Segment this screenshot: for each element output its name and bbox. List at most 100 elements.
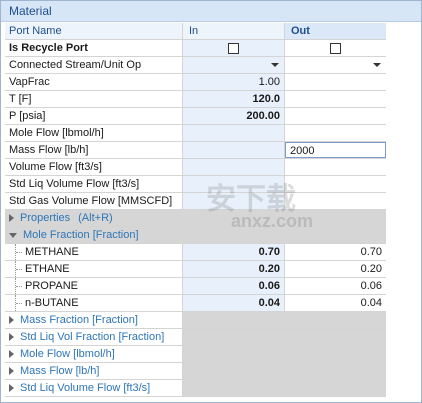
group-label: Std Liq Volume Flow [ft3/s] xyxy=(20,382,151,394)
component-row: n-BUTANE 0.04 0.04 xyxy=(5,295,386,312)
component-name: ETHANE xyxy=(5,261,183,277)
group-label: Mass Flow [lb/h] xyxy=(20,365,100,377)
expand-arrow-icon xyxy=(9,350,14,359)
pressure-label: P [psia] xyxy=(5,108,183,124)
mass-flow-in[interactable] xyxy=(183,142,285,158)
recycle-out-checkbox[interactable] xyxy=(330,42,341,54)
component-row: ETHANE 0.20 0.20 xyxy=(5,261,386,278)
std-liq-vol-fraction-group[interactable]: Std Liq Vol Fraction [Fraction] xyxy=(5,329,386,346)
row-vapfrac: VapFrac 1.00 xyxy=(5,74,386,91)
collapse-arrow-icon xyxy=(9,232,17,238)
properties-group[interactable]: Properties (Alt+R) xyxy=(5,210,386,227)
vapfrac-label: VapFrac xyxy=(5,74,183,90)
mole-fraction-group[interactable]: Mole Fraction [Fraction] xyxy=(5,227,386,244)
mole-flow-group-header[interactable]: Mole Flow [lbmol/h] xyxy=(5,346,183,362)
vapfrac-in[interactable]: 1.00 xyxy=(183,74,285,90)
mass-flow-label: Mass Flow [lb/h] xyxy=(5,142,183,158)
component-row: METHANE 0.70 0.70 xyxy=(5,244,386,261)
row-std-gas-volume-flow: Std Gas Volume Flow [MMSCFD] xyxy=(5,193,386,210)
recycle-out-cell xyxy=(285,40,386,56)
mass-fraction-group[interactable]: Mass Fraction [Fraction] xyxy=(5,312,386,329)
mole-flow-label: Mole Flow [lbmol/h] xyxy=(5,125,183,141)
expand-arrow-icon xyxy=(9,367,14,376)
row-mass-flow: Mass Flow [lb/h] 2000 xyxy=(5,142,386,159)
mass-flow-out-input[interactable]: 2000 xyxy=(285,142,386,158)
mole-flow-in[interactable] xyxy=(183,125,285,141)
expand-arrow-icon xyxy=(9,384,14,393)
mole-fraction-label: Mole Fraction [Fraction] xyxy=(23,229,139,241)
temperature-out[interactable] xyxy=(285,91,386,107)
chevron-down-icon xyxy=(373,63,381,67)
std-liq-volume-flow-label: Std Liq Volume Flow [ft3/s] xyxy=(5,176,183,192)
header-out: Out xyxy=(285,23,386,39)
volume-flow-in[interactable] xyxy=(183,159,285,175)
row-connected: Connected Stream/Unit Op xyxy=(5,57,386,74)
header-row: Port Name In Out xyxy=(5,23,386,40)
std-liq-vol-fraction-group-header[interactable]: Std Liq Vol Fraction [Fraction] xyxy=(5,329,183,345)
header-port-name: Port Name xyxy=(5,23,183,39)
std-gas-volume-flow-label: Std Gas Volume Flow [MMSCFD] xyxy=(5,193,183,209)
std-liq-volume-flow-group-header[interactable]: Std Liq Volume Flow [ft3/s] xyxy=(5,380,183,396)
properties-group-header[interactable]: Properties (Alt+R) xyxy=(5,210,386,226)
mass-flow-group-header[interactable]: Mass Flow [lb/h] xyxy=(5,363,183,379)
component-out-value[interactable]: 0.06 xyxy=(285,278,386,294)
connected-in-dropdown[interactable] xyxy=(183,57,285,73)
group-shade xyxy=(183,363,386,379)
row-temperature: T [F] 120.0 xyxy=(5,91,386,108)
expand-arrow-icon xyxy=(9,333,14,342)
component-in-value[interactable]: 0.04 xyxy=(183,295,285,311)
panel-title: Material xyxy=(1,1,421,22)
component-out-value[interactable]: 0.20 xyxy=(285,261,386,277)
group-shade xyxy=(183,312,386,328)
std-gas-volume-flow-out[interactable] xyxy=(285,193,386,209)
connected-out-dropdown[interactable] xyxy=(285,57,386,73)
volume-flow-label: Volume Flow [ft3/s] xyxy=(5,159,183,175)
group-shade xyxy=(183,346,386,362)
component-out-value[interactable]: 0.70 xyxy=(285,244,386,260)
group-label: Std Liq Vol Fraction [Fraction] xyxy=(20,331,165,343)
chevron-down-icon xyxy=(271,63,279,67)
std-gas-volume-flow-in[interactable] xyxy=(183,193,285,209)
group-shade xyxy=(183,380,386,396)
properties-shortcut-hint: (Alt+R) xyxy=(78,212,113,224)
group-label: Mole Flow [lbmol/h] xyxy=(20,348,115,360)
material-grid: Port Name In Out Is Recycle Port Connect… xyxy=(5,23,386,397)
recycle-port-label: Is Recycle Port xyxy=(5,40,183,56)
mole-fraction-group-header[interactable]: Mole Fraction [Fraction] xyxy=(5,227,386,243)
row-recycle-port: Is Recycle Port xyxy=(5,40,386,57)
expand-arrow-icon xyxy=(9,214,14,223)
mass-flow-group[interactable]: Mass Flow [lb/h] xyxy=(5,363,386,380)
component-in-value[interactable]: 0.06 xyxy=(183,278,285,294)
component-name: METHANE xyxy=(5,244,183,260)
component-row: PROPANE 0.06 0.06 xyxy=(5,278,386,295)
material-panel: Material Port Name In Out Is Recycle Por… xyxy=(0,0,422,403)
pressure-in[interactable]: 200.00 xyxy=(183,108,285,124)
mole-flow-out[interactable] xyxy=(285,125,386,141)
header-in: In xyxy=(183,23,285,39)
std-liq-volume-flow-group[interactable]: Std Liq Volume Flow [ft3/s] xyxy=(5,380,386,397)
component-out-value[interactable]: 0.04 xyxy=(285,295,386,311)
volume-flow-out[interactable] xyxy=(285,159,386,175)
temperature-in[interactable]: 120.0 xyxy=(183,91,285,107)
recycle-in-checkbox[interactable] xyxy=(228,42,239,54)
row-std-liq-volume-flow: Std Liq Volume Flow [ft3/s] xyxy=(5,176,386,193)
group-label: Mass Fraction [Fraction] xyxy=(20,314,138,326)
recycle-in-cell xyxy=(183,40,285,56)
mass-fraction-group-header[interactable]: Mass Fraction [Fraction] xyxy=(5,312,183,328)
component-in-value[interactable]: 0.20 xyxy=(183,261,285,277)
group-shade xyxy=(183,329,386,345)
temperature-label: T [F] xyxy=(5,91,183,107)
component-in-value[interactable]: 0.70 xyxy=(183,244,285,260)
row-volume-flow: Volume Flow [ft3/s] xyxy=(5,159,386,176)
pressure-out[interactable] xyxy=(285,108,386,124)
component-name: n-BUTANE xyxy=(5,295,183,311)
row-mole-flow: Mole Flow [lbmol/h] xyxy=(5,125,386,142)
properties-label: Properties xyxy=(20,212,71,224)
row-pressure: P [psia] 200.00 xyxy=(5,108,386,125)
mole-flow-group[interactable]: Mole Flow [lbmol/h] xyxy=(5,346,386,363)
std-liq-volume-flow-out[interactable] xyxy=(285,176,386,192)
expand-arrow-icon xyxy=(9,316,14,325)
connected-label: Connected Stream/Unit Op xyxy=(5,57,183,73)
vapfrac-out[interactable] xyxy=(285,74,386,90)
std-liq-volume-flow-in[interactable] xyxy=(183,176,285,192)
